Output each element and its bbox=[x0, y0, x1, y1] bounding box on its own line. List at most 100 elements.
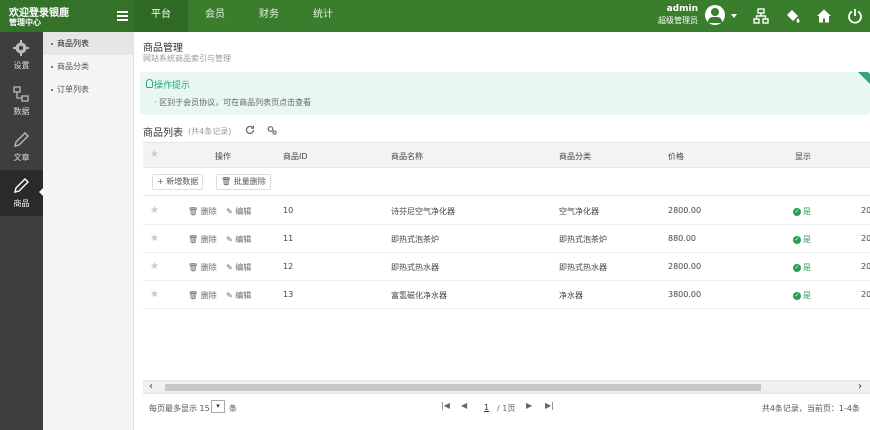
sidebar-item-products[interactable]: 商品 bbox=[0, 170, 44, 216]
star-icon[interactable]: ★ bbox=[150, 149, 159, 160]
star-icon[interactable]: ★ bbox=[150, 205, 159, 216]
delete-button[interactable]: 🗑 删除 bbox=[188, 262, 217, 273]
edit-label: 编辑 bbox=[235, 235, 252, 244]
cell-category: 空气净化器 bbox=[559, 207, 599, 216]
delete-label: 删除 bbox=[200, 235, 217, 244]
display-value: 是 bbox=[803, 207, 811, 216]
tab-members[interactable]: 会员 bbox=[188, 0, 242, 32]
pen-icon bbox=[14, 178, 29, 193]
sidebar-item-label: 设置 bbox=[13, 61, 30, 70]
settings-columns-icon[interactable] bbox=[267, 125, 277, 135]
sitemap-icon[interactable] bbox=[753, 8, 769, 24]
chevron-left-icon[interactable]: ‹ bbox=[149, 381, 153, 393]
table-toolbar: + 新增数据 🗑 批量删除 bbox=[143, 169, 870, 196]
sidebar-item-label: 文章 bbox=[13, 153, 30, 162]
sidebar-item-articles[interactable]: 文章 bbox=[0, 124, 43, 170]
display-value: 是 bbox=[803, 291, 811, 300]
subnav-item-product-category[interactable]: 商品分类 bbox=[43, 55, 133, 78]
tips-panel: 操作提示 · 区别于会员协议，可在商品列表页点击查看 bbox=[140, 72, 870, 115]
delete-label: 删除 bbox=[200, 207, 217, 216]
star-icon[interactable]: ★ bbox=[150, 261, 159, 272]
tab-statistics[interactable]: 统计 bbox=[296, 0, 350, 32]
horizontal-scrollbar[interactable]: ‹ › bbox=[143, 380, 870, 393]
edit-button[interactable]: ✎ 编辑 bbox=[226, 290, 251, 301]
cell-price: 3800.00 bbox=[668, 290, 702, 299]
per-page-select[interactable]: ▾ bbox=[211, 400, 225, 413]
scrollbar-thumb[interactable] bbox=[165, 384, 761, 391]
star-icon[interactable]: ★ bbox=[150, 289, 159, 300]
table-row[interactable]: ★ 🗑 删除 ✎ 编辑 11 即热式泡茶炉 即热式泡茶炉 880.00 ✓ 是 2… bbox=[143, 225, 870, 253]
cell-id: 10 bbox=[283, 206, 294, 215]
current-page[interactable]: 1 bbox=[484, 403, 489, 412]
delete-button[interactable]: 🗑 删除 bbox=[188, 234, 217, 245]
table-row[interactable]: ★ 🗑 删除 ✎ 编辑 10 诗芬尼空气净化器 空气净化器 2800.00 ✓ 是… bbox=[143, 197, 870, 225]
cell-truncated: 20 bbox=[861, 206, 870, 215]
subnav-item-order-list[interactable]: 订单列表 bbox=[43, 78, 133, 101]
bulk-delete-button[interactable]: 🗑 批量删除 bbox=[216, 174, 271, 190]
last-page-icon[interactable]: ▶| bbox=[545, 401, 554, 410]
display-toggle[interactable]: ✓ 是 bbox=[793, 206, 811, 217]
power-icon[interactable] bbox=[847, 8, 863, 24]
chevron-down-icon[interactable] bbox=[731, 14, 737, 18]
menu-toggle-icon[interactable] bbox=[117, 11, 128, 21]
delete-button[interactable]: 🗑 删除 bbox=[188, 290, 217, 301]
tab-finance[interactable]: 财务 bbox=[242, 0, 296, 32]
page-info: 共4条记录，当前页：1-4条 bbox=[761, 404, 860, 413]
avatar[interactable] bbox=[705, 5, 725, 25]
tab-platform[interactable]: 平台 bbox=[134, 0, 188, 32]
sidebar-item-data[interactable]: 数据 bbox=[0, 78, 43, 124]
edit-label: 编辑 bbox=[235, 207, 252, 216]
top-nav: 平台 会员 财务 统计 bbox=[134, 0, 350, 32]
gear-icon bbox=[13, 40, 29, 56]
record-count: (共4条记录) bbox=[188, 127, 232, 136]
display-value: 是 bbox=[803, 263, 811, 272]
brand-subtitle: 管理中心 bbox=[9, 18, 41, 27]
display-toggle[interactable]: ✓ 是 bbox=[793, 290, 811, 301]
table-row[interactable]: ★ 🗑 删除 ✎ 编辑 13 富氢磁化净水器 净水器 3800.00 ✓ 是 20 bbox=[143, 281, 870, 309]
edit-button[interactable]: ✎ 编辑 bbox=[226, 206, 251, 217]
display-toggle[interactable]: ✓ 是 bbox=[793, 234, 811, 245]
subnav-label: 商品分类 bbox=[57, 62, 89, 71]
edit-button[interactable]: ✎ 编辑 bbox=[226, 262, 251, 273]
total-pages: / 1页 bbox=[497, 404, 516, 413]
sidebar-item-settings[interactable]: 设置 bbox=[0, 32, 43, 78]
cell-id: 11 bbox=[283, 234, 294, 243]
col-product-name[interactable]: 商品名称 bbox=[391, 151, 423, 162]
trash-icon: 🗑 bbox=[221, 177, 234, 186]
next-page-icon[interactable]: ▶ bbox=[526, 401, 532, 410]
subnav-item-product-list[interactable]: 商品列表 bbox=[43, 32, 133, 55]
check-circle-icon: ✓ bbox=[793, 263, 801, 272]
chevron-right-icon[interactable]: › bbox=[858, 381, 862, 393]
prev-page-icon[interactable]: ◀ bbox=[461, 401, 467, 410]
edit-button[interactable]: ✎ 编辑 bbox=[226, 234, 251, 245]
table-row[interactable]: ★ 🗑 删除 ✎ 编辑 12 即热式热水器 即热式热水器 2800.00 ✓ 是 … bbox=[143, 253, 870, 281]
home-icon[interactable] bbox=[816, 8, 832, 24]
refresh-icon[interactable] bbox=[245, 125, 255, 135]
sub-navigation: 商品列表 商品分类 订单列表 bbox=[43, 32, 134, 430]
chevron-down-icon: ▾ bbox=[216, 402, 220, 410]
cell-truncated: 20 bbox=[861, 290, 870, 299]
corner-fold-icon[interactable] bbox=[858, 72, 870, 84]
cell-truncated: 20 bbox=[861, 262, 870, 271]
col-price[interactable]: 价格 bbox=[668, 151, 684, 162]
star-icon[interactable]: ★ bbox=[150, 233, 159, 244]
first-page-icon[interactable]: |◀ bbox=[441, 401, 450, 410]
top-bar: 欢迎登录银鹿 管理中心 平台 会员 财务 统计 admin 超级管理员 bbox=[0, 0, 870, 32]
col-product-id[interactable]: 商品ID bbox=[283, 151, 308, 162]
edit-label: 编辑 bbox=[235, 291, 252, 300]
cell-id: 13 bbox=[283, 290, 294, 299]
cell-category: 净水器 bbox=[559, 291, 583, 300]
tips-title[interactable]: 操作提示 bbox=[154, 78, 190, 91]
paint-bucket-icon[interactable] bbox=[785, 8, 801, 24]
cell-price: 880.00 bbox=[668, 234, 696, 243]
brand: 欢迎登录银鹿 管理中心 bbox=[0, 0, 134, 32]
col-display[interactable]: 显示 bbox=[795, 151, 811, 162]
add-data-button[interactable]: + 新增数据 bbox=[152, 174, 204, 190]
delete-button[interactable]: 🗑 删除 bbox=[188, 206, 217, 217]
bullet-icon bbox=[51, 42, 53, 45]
admin-info[interactable]: admin 超级管理员 bbox=[650, 4, 698, 26]
page-title: 商品管理 bbox=[143, 43, 183, 54]
add-data-label: 新增数据 bbox=[166, 177, 199, 186]
display-toggle[interactable]: ✓ 是 bbox=[793, 262, 811, 273]
col-category[interactable]: 商品分类 bbox=[559, 151, 591, 162]
